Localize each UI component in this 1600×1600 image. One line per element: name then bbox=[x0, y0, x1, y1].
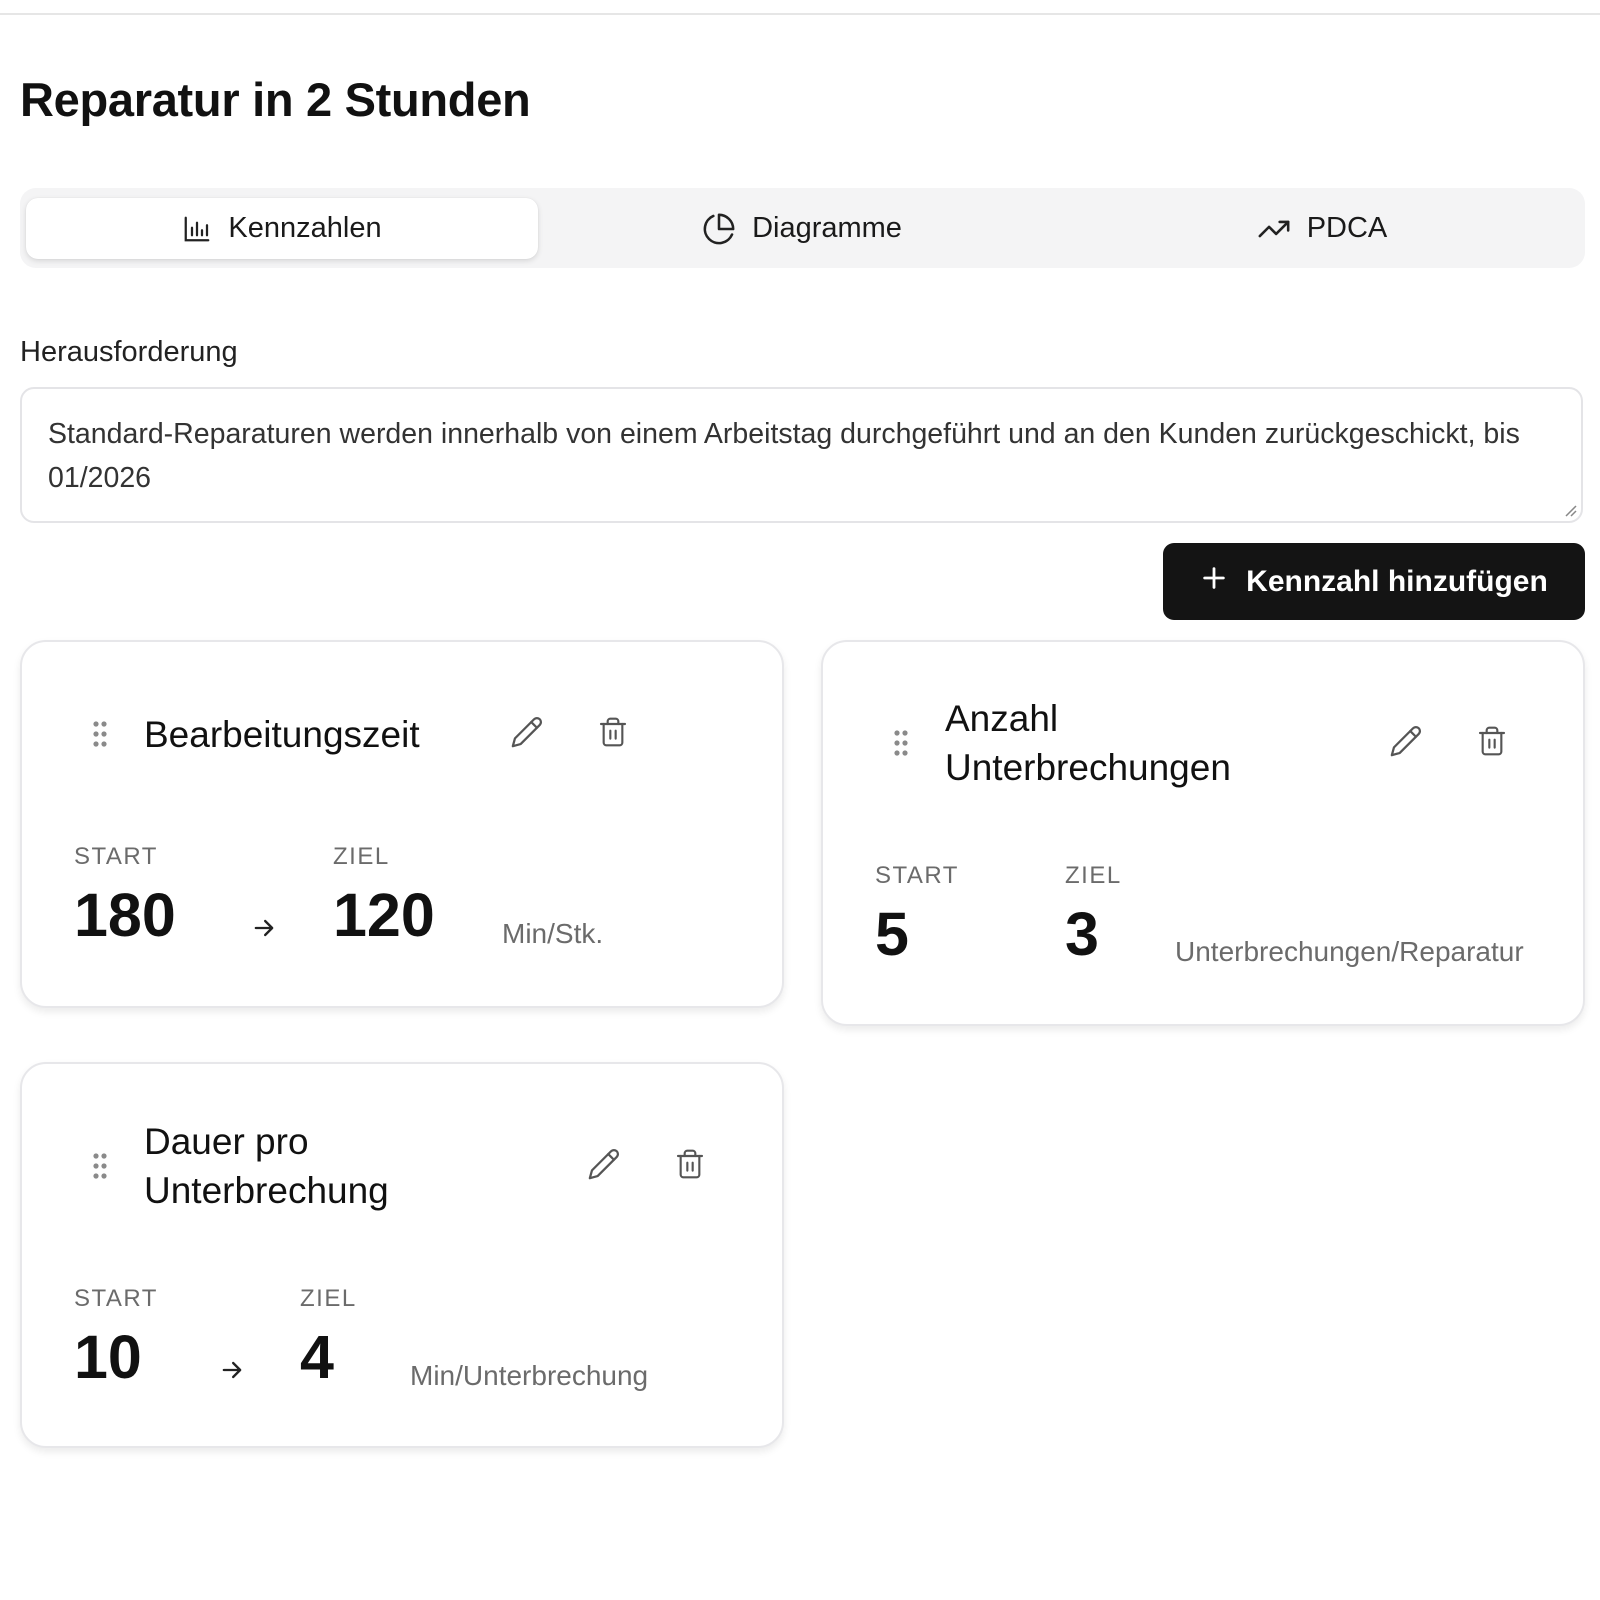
trending-up-icon bbox=[1257, 212, 1291, 246]
bar-chart-icon bbox=[182, 214, 212, 244]
metric-title: Dauer pro Unterbrechung bbox=[144, 1121, 389, 1211]
tab-diagramme[interactable]: Diagramme bbox=[546, 198, 1058, 259]
metric-card: Dauer pro Unterbrechung START 10 ZIEL 4 … bbox=[20, 1062, 784, 1448]
tab-label: PDCA bbox=[1306, 212, 1388, 244]
drag-handle-icon[interactable] bbox=[92, 1152, 108, 1180]
trash-icon[interactable] bbox=[1476, 724, 1508, 758]
plus-icon bbox=[1200, 564, 1228, 600]
pie-chart-icon bbox=[702, 212, 736, 246]
start-label: START bbox=[875, 862, 959, 889]
trash-icon[interactable] bbox=[597, 715, 629, 749]
tab-label: Kennzahlen bbox=[228, 212, 382, 244]
metric-unit: Min/Unterbrechung bbox=[410, 1360, 649, 1391]
target-label: ZIEL bbox=[333, 843, 390, 870]
tab-pdca[interactable]: PDCA bbox=[1066, 198, 1578, 259]
edit-pencil-icon[interactable] bbox=[510, 715, 544, 749]
target-label: ZIEL bbox=[1065, 862, 1122, 889]
arrow-right-icon bbox=[254, 919, 274, 937]
arrow-right-icon bbox=[222, 1361, 242, 1379]
metric-card: Bearbeitungszeit START 180 ZIEL 120 Min/… bbox=[20, 640, 784, 1008]
page-title: Reparatur in 2 Stunden bbox=[20, 73, 531, 126]
metric-title: Anzahl Unterbrechungen bbox=[945, 698, 1231, 788]
start-value: 10 bbox=[74, 1323, 142, 1391]
challenge-textarea[interactable]: Standard-Reparaturen werden innerhalb vo… bbox=[20, 387, 1583, 523]
add-metric-button[interactable]: Kennzahl hinzufügen bbox=[1163, 543, 1585, 620]
start-label: START bbox=[74, 843, 158, 870]
metric-card: Anzahl Unterbrechungen START 5 ZIEL 3 Un… bbox=[821, 640, 1585, 1026]
metric-unit: Unterbrechungen/Reparatur bbox=[1175, 936, 1524, 967]
start-label: START bbox=[74, 1285, 158, 1312]
edit-pencil-icon[interactable] bbox=[1389, 724, 1423, 758]
start-value: 180 bbox=[74, 881, 176, 949]
target-value: 120 bbox=[333, 881, 435, 949]
metric-title: Bearbeitungszeit bbox=[144, 714, 420, 755]
drag-handle-icon[interactable] bbox=[92, 720, 108, 748]
tab-label: Diagramme bbox=[752, 212, 902, 244]
drag-handle-icon[interactable] bbox=[893, 729, 909, 757]
metric-unit: Min/Stk. bbox=[502, 918, 604, 949]
add-metric-label: Kennzahl hinzufügen bbox=[1246, 564, 1548, 598]
tab-bar: Kennzahlen Diagramme PDCA bbox=[20, 188, 1585, 268]
target-value: 4 bbox=[300, 1323, 334, 1391]
tab-kennzahlen[interactable]: Kennzahlen bbox=[26, 198, 538, 259]
target-value: 3 bbox=[1065, 900, 1099, 968]
resize-handle-icon[interactable] bbox=[1562, 502, 1578, 518]
trash-icon[interactable] bbox=[674, 1147, 706, 1181]
start-value: 5 bbox=[875, 900, 909, 968]
top-divider bbox=[0, 13, 1600, 15]
challenge-label: Herausforderung bbox=[20, 336, 238, 368]
edit-pencil-icon[interactable] bbox=[587, 1147, 621, 1181]
target-label: ZIEL bbox=[300, 1285, 357, 1312]
